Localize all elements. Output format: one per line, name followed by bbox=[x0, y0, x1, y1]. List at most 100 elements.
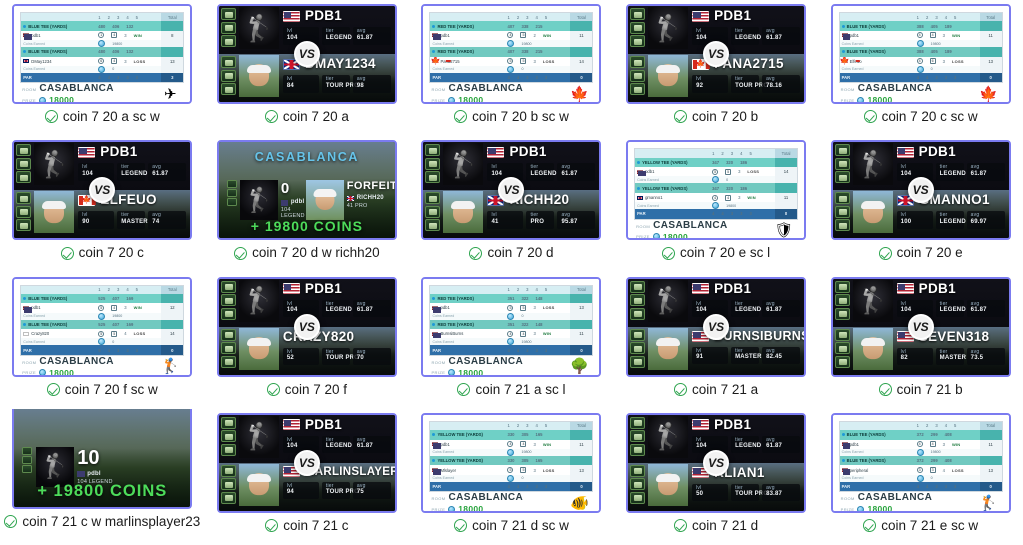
match-result: LOSS bbox=[747, 169, 760, 175]
screenshot-thumbnail[interactable]: 10pdbl104 LEGEND+ 19800 COINS bbox=[12, 408, 193, 509]
screenshot-thumbnail[interactable]: PDB1lvl104tierLEGENDavg61.87SEVEN318lvl8… bbox=[830, 276, 1011, 377]
score-cells: 4 4 3 WIN bbox=[709, 193, 775, 202]
hole-value: 406 bbox=[112, 49, 120, 55]
screenshot-caption[interactable]: coin 7 20 c sc w bbox=[863, 110, 978, 124]
screenshot-thumbnail[interactable]: 1 2 3 4 5 Total YELLOW TEE (YARDS) 347 320 186 pdb… bbox=[626, 140, 807, 241]
equipment-badge-icon bbox=[630, 328, 646, 341]
team-total-cell bbox=[570, 21, 593, 31]
equipment-badge-icon bbox=[630, 430, 646, 443]
scorecard-screen: 1 2 3 4 5 Total YELLOW TEE (YARDS) 347 320 186 pdb… bbox=[628, 142, 805, 239]
scorecard-grid: 1 2 3 4 5 Total BLUE TEE (YARDS) 388 405 189 pdb1 4… bbox=[838, 12, 1003, 84]
screenshot-caption[interactable]: coin 7 20 b bbox=[674, 110, 758, 124]
screenshot-caption[interactable]: coin 7 21 d sc w bbox=[454, 519, 569, 533]
hole-score: 4 bbox=[942, 467, 946, 473]
stat-level: lvl 52 bbox=[282, 347, 319, 366]
screenshot-thumbnail[interactable]: 1 2 3 4 5 Total RED TEE (YARDS) 351 322 148 pdb1 5 5… bbox=[421, 276, 602, 377]
screenshot-thumbnail[interactable]: CASABLANCA 0pdbl104 LEGEND FORFEIT RICHH204… bbox=[216, 140, 397, 241]
scorecard-header-row: 1 2 3 4 5 Total bbox=[430, 13, 593, 22]
stat-value: LEGEND bbox=[325, 443, 353, 450]
stat-value: 95.87 bbox=[561, 218, 578, 225]
screenshot-caption[interactable]: coin 7 20 e bbox=[878, 246, 963, 260]
hole-value: 2 bbox=[516, 14, 520, 20]
caption-text: coin 7 21 e sc w bbox=[881, 517, 979, 533]
screenshot-thumbnail[interactable]: PDB1lvl104tierLEGENDavg61.87PANA2715lvl9… bbox=[626, 4, 807, 104]
screenshot-caption[interactable]: coin 7 21 b bbox=[878, 382, 963, 397]
coins-earned-label: Coins Earned bbox=[432, 450, 455, 455]
screenshot-thumbnail[interactable]: PDB1lvl104tierLEGENDavg61.87RICHH20lvl41… bbox=[421, 140, 602, 241]
stat-level: lvl 41 bbox=[487, 211, 524, 229]
thumbnail-wrapper: 10pdbl104 LEGEND+ 19800 COINS bbox=[12, 408, 193, 509]
caption-text: coin 7 21 c bbox=[283, 517, 349, 533]
player-avatar-skull bbox=[238, 279, 279, 322]
stat-tier: tier LEGEND bbox=[935, 163, 966, 181]
coins-earned-value-cell: 0 bbox=[504, 312, 570, 320]
holes-cells: 347 320 186 bbox=[709, 158, 775, 167]
flag-us-icon bbox=[692, 10, 710, 22]
screenshot-caption[interactable]: coin 7 20 a sc w bbox=[44, 110, 160, 124]
player-avatar-skull bbox=[443, 143, 484, 186]
verified-check-icon bbox=[265, 519, 279, 532]
player-info: PDB1 lvl 104 tier LEGEND avg 61.87 bbox=[688, 279, 804, 318]
screenshot-thumbnail[interactable]: 1 2 3 4 5 Total BLUE TEE (YARDS) 480 406 132 pdb1 1… bbox=[12, 4, 193, 104]
team-total-cell bbox=[161, 21, 184, 31]
screenshot-thumbnail[interactable]: PDB1lvl104tierLEGENDavg61.87GMANNO1lvl10… bbox=[830, 140, 1011, 241]
screenshot-caption[interactable]: coin 7 20 d w richh20 bbox=[234, 246, 380, 260]
screenshot-caption[interactable]: coin 7 20 c bbox=[60, 246, 144, 260]
thumbnail-wrapper: 1 2 3 4 5 Total BLUE TEE (YARDS) 372 299 408 pdb1 4… bbox=[830, 412, 1011, 513]
screenshot-thumbnail[interactable]: 1 2 3 4 5 Total RED TEE (YARDS) 407 338 215 pdb1 4 5… bbox=[421, 4, 602, 104]
prize-label: PRIZE bbox=[840, 506, 855, 512]
hole-value: 3 bbox=[935, 483, 938, 489]
screenshot-thumbnail[interactable]: PDB1lvl104tierLEGENDavg61.87BURNSIBURNSl… bbox=[626, 276, 807, 377]
screenshot-thumbnail[interactable]: 1 2 3 4 5 Total BLUE TEE (YARDS) 525 407 169 pdb1 5… bbox=[12, 276, 193, 377]
stat-value: TOUR PRO bbox=[325, 355, 360, 362]
team-row: YELLOW TEE (YARDS) 347 320 186 bbox=[635, 157, 798, 168]
screenshot-thumbnail[interactable]: PDB1lvl104tierLEGENDavg61.87RLIAN1lvl50t… bbox=[626, 412, 807, 513]
stat-level: lvl 92 bbox=[692, 75, 729, 93]
coins-earned-row: Coins Earned 0 bbox=[635, 176, 798, 184]
holes-cells: 12345 bbox=[95, 286, 161, 294]
screenshot-thumbnail[interactable]: PDB1lvl104tierLEGENDavg61.87ELFEUOlvl90t… bbox=[12, 140, 193, 241]
par-label-cell: PAR bbox=[432, 483, 442, 489]
player-name: peripheral bbox=[849, 467, 869, 473]
screenshot-caption[interactable]: coin 7 21 a sc l bbox=[457, 382, 566, 397]
hole-value: 3 bbox=[544, 347, 548, 353]
stat-value: 52 bbox=[286, 355, 294, 362]
screenshot-thumbnail[interactable]: PDB1lvl104tierLEGENDavg61.87CRAZY820lvl5… bbox=[216, 276, 397, 377]
screenshot-caption[interactable]: coin 7 21 e sc w bbox=[863, 519, 978, 533]
screenshot-caption[interactable]: coin 7 20 f sc w bbox=[46, 382, 158, 397]
screenshot-caption[interactable]: coin 7 20 f bbox=[266, 382, 347, 397]
team-dot-icon bbox=[432, 459, 436, 463]
coins-earned-row: Coins Earned 19800 bbox=[839, 40, 1002, 48]
screenshot-caption[interactable]: coin 7 20 a bbox=[264, 110, 349, 124]
hole-value: 169 bbox=[126, 296, 134, 302]
caption-text: coin 7 20 e sc l bbox=[680, 245, 771, 261]
player-name: PDB1 bbox=[509, 144, 547, 160]
equipment-badge-icon bbox=[226, 189, 237, 198]
screenshot-caption[interactable]: coin 7 20 e sc l bbox=[662, 246, 770, 260]
hole-value: 4 bbox=[712, 211, 715, 217]
screenshot-caption[interactable]: coin 7 21 c w marlinsplayer23 bbox=[4, 515, 200, 529]
screenshot-caption[interactable]: coin 7 21 d bbox=[674, 519, 758, 533]
screenshot-thumbnail[interactable]: PDB1lvl104tierLEGENDavg61.87DMAY1234lvl8… bbox=[216, 4, 397, 104]
team-total-cell bbox=[161, 47, 184, 57]
screenshot-caption[interactable]: coin 7 21 c bbox=[265, 517, 349, 533]
coins-earned-value: 19800 bbox=[521, 41, 532, 46]
screenshot-caption[interactable]: coin 7 20 d bbox=[469, 246, 554, 260]
maple-emblem: 🍁 bbox=[979, 85, 999, 103]
room-value: CASABLANCA bbox=[857, 492, 933, 504]
thumbnail-wrapper: 1 2 3 4 5 Total YELLOW TEE (YARDS) 330 305 165 pdb… bbox=[421, 412, 602, 513]
screenshot-caption[interactable]: coin 7 20 b sc w bbox=[454, 110, 569, 124]
gallery-cell: PDB1lvl104tierLEGENDavg61.87GMANNO1lvl10… bbox=[818, 136, 1023, 272]
player-stats: lvl 92 tier TOUR PRO avg 78.16 bbox=[692, 75, 801, 93]
screenshot-thumbnail[interactable]: 1 2 3 4 5 Total BLUE TEE (YARDS) 372 299 408 pdb1 4… bbox=[830, 412, 1011, 513]
screenshot-thumbnail[interactable]: PDB1lvl104tierLEGENDavg61.87MARLINSLAYER… bbox=[216, 412, 397, 513]
screenshot-caption[interactable]: coin 7 21 a bbox=[674, 382, 758, 397]
footer-left: ROOM CASABLANCA PRIZE 18000 bbox=[22, 356, 114, 375]
hole-value: 5 bbox=[749, 150, 752, 156]
coins-earned-label-cell: Coins Earned bbox=[430, 338, 504, 345]
screenshot-thumbnail[interactable]: 1 2 3 4 5 Total BLUE TEE (YARDS) 388 405 189 pdb1 4… bbox=[830, 4, 1011, 104]
stat-tier: tier LEGEND bbox=[321, 299, 352, 318]
hole-score: 3 bbox=[929, 467, 936, 473]
screenshot-thumbnail[interactable]: 1 2 3 4 5 Total YELLOW TEE (YARDS) 330 305 165 pdb… bbox=[421, 412, 602, 513]
player-row: pdb1 1 4 3 WIN 8 bbox=[21, 30, 184, 41]
